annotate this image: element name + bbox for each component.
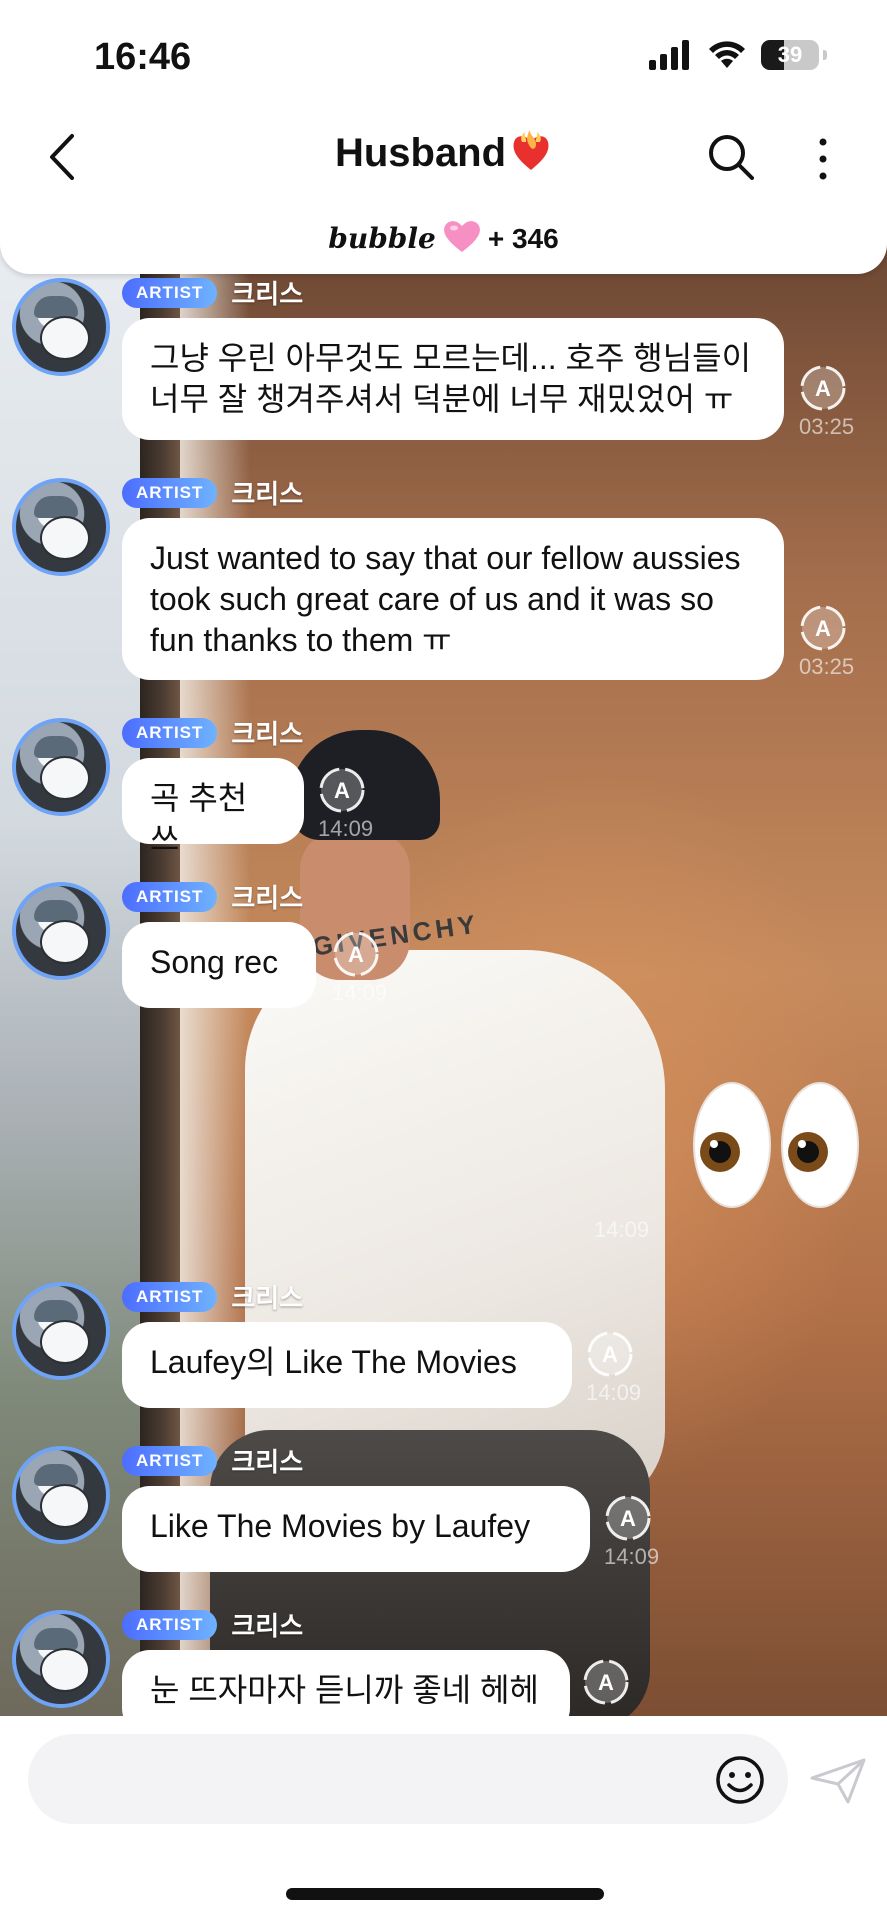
- translate-icon[interactable]: A: [799, 364, 847, 412]
- heart-on-fire-icon: [513, 130, 549, 170]
- svg-text:A: A: [348, 942, 364, 967]
- sender-name: 크리스: [231, 279, 304, 309]
- message-bubble[interactable]: Just wanted to say that our fellow aussi…: [122, 518, 784, 680]
- avatar[interactable]: [12, 1610, 110, 1708]
- message-time: 03:25: [799, 414, 855, 439]
- translate-icon[interactable]: A: [582, 1658, 630, 1706]
- svg-text:A: A: [598, 1670, 614, 1695]
- subscriber-count: + 346: [487, 223, 559, 254]
- signal-icon: [649, 40, 689, 70]
- avatar-face: [40, 1648, 90, 1692]
- status-bar: 16:46 39: [0, 0, 887, 110]
- message-list[interactable]: ARTIST 크리스 그냥 우린 아무것도 모르는데... 호주 행님들이 너무…: [0, 274, 887, 1736]
- sender-name: 크리스: [231, 719, 304, 749]
- pink-heart-icon: [443, 221, 480, 252]
- artist-badge: ARTIST: [122, 1445, 218, 1476]
- battery-level: 39: [777, 42, 803, 67]
- wifi-icon: [709, 41, 745, 68]
- svg-text:A: A: [620, 1506, 636, 1531]
- chat-header: 16:46 39 Husband bubble + 346: [0, 0, 887, 274]
- sender-name: 크리스: [231, 479, 304, 509]
- message-sender: ARTIST 크리스: [122, 878, 303, 915]
- sender-name: 크리스: [231, 1611, 304, 1641]
- artist-badge: ARTIST: [122, 477, 218, 508]
- translate-icon[interactable]: A: [799, 604, 847, 652]
- avatar[interactable]: [12, 278, 110, 376]
- status-time: 16:46: [94, 36, 192, 78]
- avatar-hat: [34, 1628, 78, 1650]
- message-sender: ARTIST 크리스: [122, 1442, 303, 1479]
- sender-name: 크리스: [231, 1283, 304, 1313]
- message-sender: ARTIST 크리스: [122, 1278, 303, 1315]
- avatar-face: [40, 920, 90, 964]
- avatar[interactable]: [12, 882, 110, 980]
- translate-icon[interactable]: A: [586, 1330, 634, 1378]
- message-sender: ARTIST 크리스: [122, 474, 303, 511]
- status-icons: 39: [649, 40, 827, 70]
- artist-badge: ARTIST: [122, 277, 218, 308]
- avatar-hat: [34, 900, 78, 922]
- sender-name: 크리스: [231, 1447, 304, 1477]
- svg-text:A: A: [815, 376, 831, 401]
- more-options-icon[interactable]: [808, 134, 838, 184]
- message-time: 14:09: [604, 1544, 660, 1569]
- avatar-face: [40, 1320, 90, 1364]
- search-icon[interactable]: [706, 132, 756, 182]
- artist-badge: ARTIST: [122, 717, 218, 748]
- avatar-face: [40, 756, 90, 800]
- sender-name: 크리스: [231, 883, 304, 913]
- battery-tip: [823, 50, 827, 60]
- bubble-brand: bubble: [328, 222, 436, 255]
- message-bubble[interactable]: 그냥 우린 아무것도 모르는데... 호주 행님들이 너무 잘 챙겨주셔서 덕분…: [122, 318, 784, 440]
- avatar[interactable]: [12, 718, 110, 816]
- avatar-hat: [34, 736, 78, 758]
- message-input[interactable]: [28, 1734, 788, 1824]
- artist-badge: ARTIST: [122, 1281, 218, 1312]
- svg-text:A: A: [815, 616, 831, 641]
- message-sender: ARTIST 크리스: [122, 714, 303, 751]
- artist-badge: ARTIST: [122, 1609, 218, 1640]
- avatar[interactable]: [12, 1446, 110, 1544]
- message-time: 14:09: [586, 1380, 642, 1405]
- battery-icon: 39: [761, 40, 819, 70]
- avatar-hat: [34, 1464, 78, 1486]
- subscription-info: bubble + 346: [0, 218, 887, 255]
- message-time: 14:09: [332, 980, 388, 1005]
- home-indicator: [286, 1888, 604, 1900]
- avatar-hat: [34, 496, 78, 518]
- avatar-hat: [34, 1300, 78, 1322]
- message-bubble[interactable]: Like The Movies by Laufey: [122, 1486, 590, 1572]
- artist-badge: ARTIST: [122, 881, 218, 912]
- avatar[interactable]: [12, 478, 110, 576]
- emoji-icon[interactable]: [714, 1754, 766, 1806]
- message-time: 03:25: [799, 654, 855, 679]
- translate-icon[interactable]: A: [318, 766, 366, 814]
- avatar-face: [40, 1484, 90, 1528]
- message-bubble[interactable]: Song rec: [122, 922, 316, 1008]
- message-bubble[interactable]: Laufey의 Like The Movies: [122, 1322, 572, 1408]
- avatar-face: [40, 516, 90, 560]
- message-sender: ARTIST 크리스: [122, 1606, 303, 1643]
- svg-text:A: A: [334, 778, 350, 803]
- svg-text:A: A: [602, 1342, 618, 1367]
- eyes-emoji[interactable]: [690, 1080, 862, 1210]
- message-time: 14:09: [318, 816, 374, 841]
- send-icon[interactable]: [808, 1756, 868, 1806]
- avatar[interactable]: [12, 1282, 110, 1380]
- translate-icon[interactable]: A: [332, 930, 380, 978]
- message-time: 14:09: [594, 1217, 650, 1242]
- message-bubble[interactable]: 곡 추천쓰: [122, 758, 304, 857]
- avatar-hat: [34, 296, 78, 318]
- message-input-area: [0, 1716, 887, 1920]
- chat-title-text: Husband: [334, 131, 507, 175]
- message-sender: ARTIST 크리스: [122, 274, 303, 311]
- translate-icon[interactable]: A: [604, 1494, 652, 1542]
- avatar-face: [40, 316, 90, 360]
